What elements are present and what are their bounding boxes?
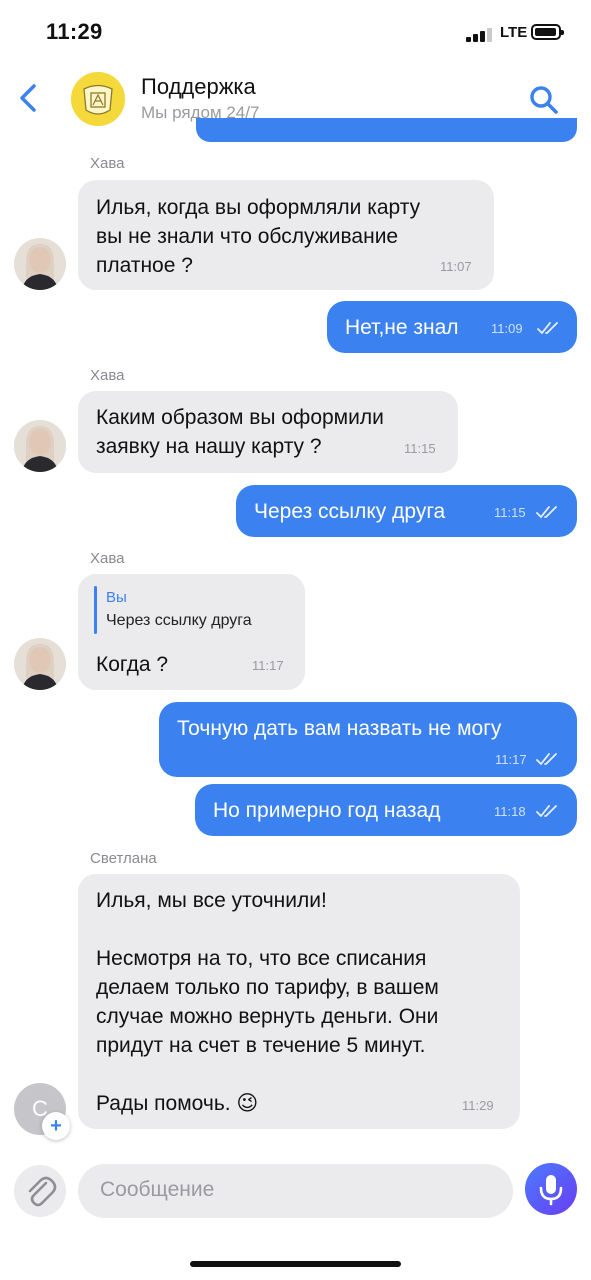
sender-name: Хава [90, 367, 125, 384]
paperclip-icon [28, 1176, 57, 1207]
attach-button[interactable] [14, 1165, 66, 1217]
message-text: Илья, когда вы оформляли карту вы не зна… [96, 196, 421, 277]
message-time: 11:09 [491, 321, 523, 336]
agent-photo-icon [14, 638, 66, 690]
message-time: 11:15 [494, 505, 526, 520]
message-text: Но примерно год назад [213, 799, 441, 822]
message-text: Каким образом вы оформили заявку на нашу… [96, 406, 384, 458]
message-input-placeholder: Сообщение [100, 1178, 215, 1201]
outgoing-message[interactable]: Точную дать вам назвать не могу 11:17 [159, 702, 577, 777]
incoming-message[interactable]: Илья, когда вы оформляли карту вы не зна… [78, 180, 494, 290]
message-time: 11:17 [252, 658, 284, 673]
message-time: 11:07 [440, 259, 472, 274]
message-text: Когда ? [96, 653, 169, 676]
incoming-message[interactable]: Вы Через ссылку друга Когда ? 11:17 [78, 574, 305, 690]
agent-photo-icon [14, 420, 66, 472]
message-text: Точную дать вам назвать не могу [177, 717, 502, 740]
agent-avatar[interactable] [14, 420, 66, 472]
double-check-icon [537, 322, 558, 334]
reply-quote-bar [94, 586, 97, 634]
outgoing-message[interactable]: Нет,не знал 11:09 [327, 301, 577, 353]
sender-name: Светлана [90, 850, 157, 867]
agent-photo-icon [14, 238, 66, 290]
bank-logo-icon [71, 72, 125, 126]
status-time: 11:29 [46, 19, 103, 44]
agent-avatar[interactable] [14, 238, 66, 290]
home-indicator [190, 1261, 401, 1267]
message-time: 11:18 [494, 804, 526, 819]
outgoing-bubble-clipped [196, 118, 577, 142]
double-check-icon [536, 506, 557, 518]
message-time: 11:17 [495, 752, 527, 767]
back-button[interactable] [14, 80, 44, 116]
search-icon [530, 86, 558, 114]
agent-avatar[interactable] [14, 638, 66, 690]
chat-avatar[interactable] [71, 72, 125, 126]
sender-name: Хава [90, 550, 125, 567]
battery-icon [531, 24, 564, 40]
plus-icon[interactable]: + [42, 1112, 70, 1140]
microphone-icon [539, 1175, 563, 1206]
voice-message-button[interactable] [525, 1163, 577, 1215]
reply-text: Через ссылку друга [106, 612, 252, 629]
double-check-icon [536, 805, 557, 817]
back-chevron-icon [20, 84, 36, 112]
double-check-icon [536, 753, 557, 765]
chat-title[interactable]: Поддержка [141, 74, 256, 100]
incoming-message[interactable]: Каким образом вы оформили заявку на нашу… [78, 391, 458, 473]
network-label: LTE [500, 24, 528, 41]
message-text: Через ссылку друга [254, 500, 446, 523]
outgoing-message[interactable]: Но примерно год назад 11:18 [195, 784, 577, 836]
sender-name: Хава [90, 155, 125, 172]
message-time: 11:29 [462, 1098, 494, 1113]
incoming-message[interactable]: Илья, мы все уточнили! Несмотря на то, ч… [78, 874, 520, 1129]
outgoing-message[interactable]: Через ссылку друга 11:15 [236, 485, 577, 537]
reply-author: Вы [106, 589, 127, 606]
search-button[interactable] [526, 82, 562, 118]
message-time: 11:15 [404, 441, 436, 456]
signal-icon [466, 28, 496, 42]
message-text: Нет,не знал [345, 316, 459, 339]
message-text: Илья, мы все уточнили! Несмотря на то, ч… [96, 889, 439, 1115]
message-input[interactable]: Сообщение [78, 1164, 513, 1218]
